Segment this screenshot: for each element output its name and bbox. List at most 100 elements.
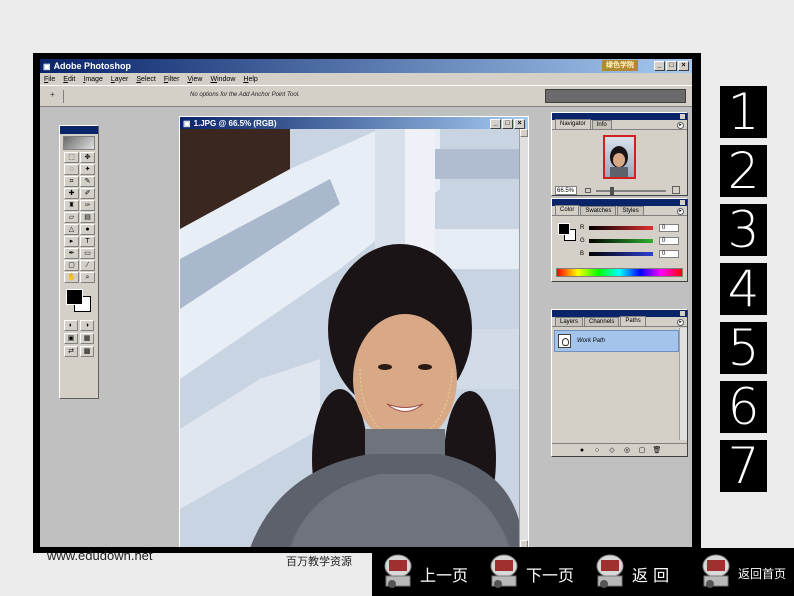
navigator-zoom-field[interactable]: 66.5%: [555, 186, 577, 195]
palette-well[interactable]: [545, 89, 686, 103]
path-selection-tool-icon[interactable]: ▸: [64, 236, 79, 247]
doc-close-button[interactable]: ×: [514, 119, 525, 129]
green-slider[interactable]: [589, 238, 653, 243]
gradient-tool-icon[interactable]: ▤: [80, 212, 95, 223]
minimize-button[interactable]: _: [654, 61, 665, 71]
red-slider[interactable]: [589, 225, 653, 230]
paths-scrollbar[interactable]: [679, 328, 687, 440]
menu-view[interactable]: View: [187, 76, 202, 83]
new-path-icon[interactable]: ▢: [638, 446, 647, 454]
magic-wand-tool-icon[interactable]: ✦: [80, 164, 95, 175]
eraser-tool-icon[interactable]: ▱: [64, 212, 79, 223]
navigator-close-button[interactable]: [680, 114, 685, 119]
red-value-field[interactable]: 0: [659, 223, 679, 232]
maximize-button[interactable]: □: [666, 61, 677, 71]
panel-menu-icon[interactable]: ▸: [677, 208, 684, 215]
navigator-thumbnail[interactable]: [603, 135, 636, 179]
menu-file[interactable]: File: [44, 76, 55, 83]
delete-path-icon[interactable]: 🗑: [653, 446, 662, 454]
color-close-button[interactable]: [680, 200, 685, 205]
healing-brush-tool-icon[interactable]: ✚: [64, 188, 79, 199]
pen-tool-icon[interactable]: ✒: [64, 248, 79, 259]
home-button[interactable]: 返回首页: [694, 548, 794, 596]
slice-tool-icon[interactable]: ✎: [80, 176, 95, 187]
step-number-7[interactable]: 7: [720, 440, 767, 492]
stroke-path-icon[interactable]: ○: [593, 447, 602, 454]
brush-tool-icon[interactable]: ✐: [80, 188, 95, 199]
lasso-tool-icon[interactable]: ◌: [64, 164, 79, 175]
navigator-slider-knob[interactable]: [610, 187, 614, 195]
blue-slider[interactable]: [589, 251, 653, 256]
toolbox-logo[interactable]: [63, 136, 95, 150]
menu-layer[interactable]: Layer: [111, 76, 129, 83]
tab-layers[interactable]: Layers: [555, 317, 584, 326]
toolbox-titlebar[interactable]: [60, 126, 98, 134]
blue-value-field[interactable]: 0: [659, 249, 679, 258]
full-screen-mode-icon[interactable]: ▦: [80, 333, 94, 344]
marquee-tool-icon[interactable]: ⬚: [64, 152, 79, 163]
paths-close-button[interactable]: [680, 311, 685, 316]
panel-menu-icon[interactable]: ▸: [677, 122, 684, 129]
foreground-color-swatch[interactable]: [66, 289, 83, 305]
menu-select[interactable]: Select: [136, 76, 155, 83]
tab-color[interactable]: Color: [555, 205, 580, 215]
blur-tool-icon[interactable]: △: [64, 224, 79, 235]
green-value-field[interactable]: 0: [659, 236, 679, 245]
tab-channels[interactable]: Channels: [584, 317, 620, 326]
notes-tool-icon[interactable]: ▢: [64, 260, 79, 271]
canvas-photo[interactable]: [180, 129, 521, 547]
clone-stamp-tool-icon[interactable]: ♜: [64, 200, 79, 211]
next-page-button[interactable]: 下一页: [482, 548, 582, 596]
document-vertical-scrollbar[interactable]: [519, 129, 528, 547]
step-number-2[interactable]: 2: [720, 145, 767, 197]
return-button[interactable]: 返 回: [588, 548, 688, 596]
app-titlebar[interactable]: ▣ Adobe Photoshop 绿色学院 _ □ ×: [40, 59, 692, 73]
prev-page-button[interactable]: 上一页: [376, 548, 476, 596]
menu-filter[interactable]: Filter: [164, 76, 180, 83]
panel-foreground-swatch[interactable]: [558, 223, 570, 235]
zoom-in-icon[interactable]: [672, 186, 680, 194]
step-number-5[interactable]: 5: [720, 322, 767, 374]
make-work-path-icon[interactable]: ◎: [623, 446, 632, 454]
color-spectrum-ramp[interactable]: [556, 268, 683, 277]
type-tool-icon[interactable]: T: [80, 236, 95, 247]
doc-maximize-button[interactable]: □: [502, 119, 513, 129]
move-tool-icon[interactable]: ✥: [80, 152, 95, 163]
navigator-zoom-slider[interactable]: [596, 190, 666, 192]
zoom-tool-icon[interactable]: ⌕: [80, 272, 95, 283]
hand-tool-icon[interactable]: ✋: [64, 272, 79, 283]
document-titlebar[interactable]: ▣ 1.JPG @ 66.5% (RGB) _ □ ×: [180, 117, 528, 129]
menu-edit[interactable]: Edit: [63, 76, 75, 83]
menu-window[interactable]: Window: [210, 76, 235, 83]
doc-minimize-button[interactable]: _: [490, 119, 501, 129]
standard-mode-icon[interactable]: ◐: [64, 320, 78, 331]
path-item-work-path[interactable]: Work Path: [554, 330, 679, 352]
tab-styles[interactable]: Styles: [617, 206, 644, 215]
menu-image[interactable]: Image: [83, 76, 102, 83]
step-number-3[interactable]: 3: [720, 204, 767, 256]
jump-to-imageready-icon[interactable]: ⇄: [64, 346, 78, 357]
dodge-tool-icon[interactable]: ●: [80, 224, 95, 235]
step-number-6[interactable]: 6: [720, 381, 767, 433]
panel-menu-icon[interactable]: ▸: [677, 319, 684, 326]
crop-tool-icon[interactable]: ⌗: [64, 176, 79, 187]
tab-navigator[interactable]: Navigator: [555, 119, 591, 129]
quick-mask-mode-icon[interactable]: ◑: [80, 320, 94, 331]
tab-paths[interactable]: Paths: [620, 316, 646, 326]
shape-tool-icon[interactable]: ▭: [80, 248, 95, 259]
load-selection-icon[interactable]: ◇: [608, 446, 617, 454]
zoom-out-icon[interactable]: [585, 188, 591, 193]
tab-swatches[interactable]: Swatches: [580, 206, 617, 215]
close-button[interactable]: ×: [678, 61, 689, 71]
tab-info[interactable]: Info: [591, 120, 612, 129]
history-brush-tool-icon[interactable]: ✑: [80, 200, 95, 211]
step-number-4[interactable]: 4: [720, 263, 767, 315]
scroll-up-arrow[interactable]: [520, 129, 528, 137]
step-number-1[interactable]: 1: [720, 86, 767, 138]
menu-help[interactable]: Help: [243, 76, 257, 83]
scroll-down-arrow[interactable]: [520, 540, 528, 547]
fill-path-icon[interactable]: ●: [578, 447, 587, 454]
screen-mode-icon[interactable]: ▣: [64, 333, 78, 344]
full-screen-menu-icon[interactable]: ▩: [80, 346, 94, 357]
add-anchor-point-icon[interactable]: +: [50, 90, 64, 103]
